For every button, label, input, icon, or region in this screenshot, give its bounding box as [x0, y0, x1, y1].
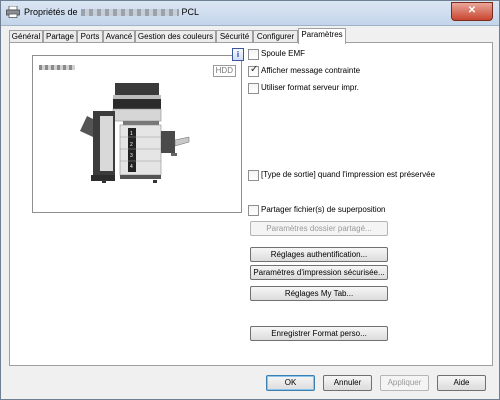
- window-title: Propriétés de PCL: [24, 7, 199, 17]
- secure-print-settings-button[interactable]: Paramètres d'impression sécurisée...: [250, 265, 388, 280]
- printer-preview: HDD 1 2 3 4: [32, 55, 242, 213]
- info-glyph: i: [236, 50, 240, 59]
- cancel-button[interactable]: Annuler: [323, 375, 372, 391]
- server-format-checkbox[interactable]: [248, 83, 259, 94]
- printer-properties-window: Propriétés de PCL ✕ Général Partage Ports…: [0, 0, 500, 400]
- tab-settings[interactable]: Paramètres: [298, 28, 346, 44]
- auth-settings-button[interactable]: Réglages authentification...: [250, 247, 388, 262]
- dialog-button-bar: OK Annuler Appliquer Aide: [1, 367, 499, 399]
- help-button[interactable]: Aide: [437, 375, 486, 391]
- save-custom-format-button[interactable]: Enregistrer Format perso...: [250, 326, 388, 341]
- printer-illustration: 1 2 3 4: [80, 83, 190, 183]
- ok-button[interactable]: OK: [266, 375, 315, 391]
- printer-icon: [6, 5, 20, 18]
- info-icon[interactable]: i: [232, 48, 244, 61]
- output-type-checkbox[interactable]: [248, 170, 259, 181]
- share-overlay-checkbox[interactable]: [248, 205, 259, 216]
- shared-folder-settings-button[interactable]: Paramètres dossier partagé...: [250, 221, 388, 236]
- settings-panel: HDD 1 2 3 4 i Spoule EMF ✓ Afficher mess…: [9, 42, 493, 366]
- window-title-suffix: PCL: [181, 7, 200, 17]
- close-icon: ✕: [467, 5, 477, 16]
- close-button[interactable]: ✕: [451, 2, 493, 21]
- show-constraint-label: Afficher message contrainte: [261, 66, 361, 75]
- spool-emf-label: Spoule EMF: [261, 49, 306, 58]
- my-tab-settings-button[interactable]: Réglages My Tab...: [250, 286, 388, 301]
- apply-button[interactable]: Appliquer: [380, 375, 429, 391]
- title-bar: Propriétés de PCL ✕: [1, 1, 499, 26]
- output-type-label: [Type de sortie] quand l'impression est …: [261, 170, 436, 179]
- tray-number-4: 4: [130, 164, 133, 170]
- spool-emf-checkbox[interactable]: [248, 49, 259, 60]
- share-overlay-label: Partager fichier(s) de superposition: [261, 205, 386, 214]
- window-title-prefix: Propriétés de: [24, 7, 78, 17]
- tray-number-3: 3: [130, 153, 133, 159]
- tray-number-1: 1: [130, 131, 133, 137]
- tray-number-2: 2: [130, 142, 133, 148]
- redacted-printer-name: [80, 9, 179, 17]
- show-constraint-checkbox[interactable]: [248, 64, 259, 77]
- server-format-label: Utiliser format serveur impr.: [261, 83, 359, 92]
